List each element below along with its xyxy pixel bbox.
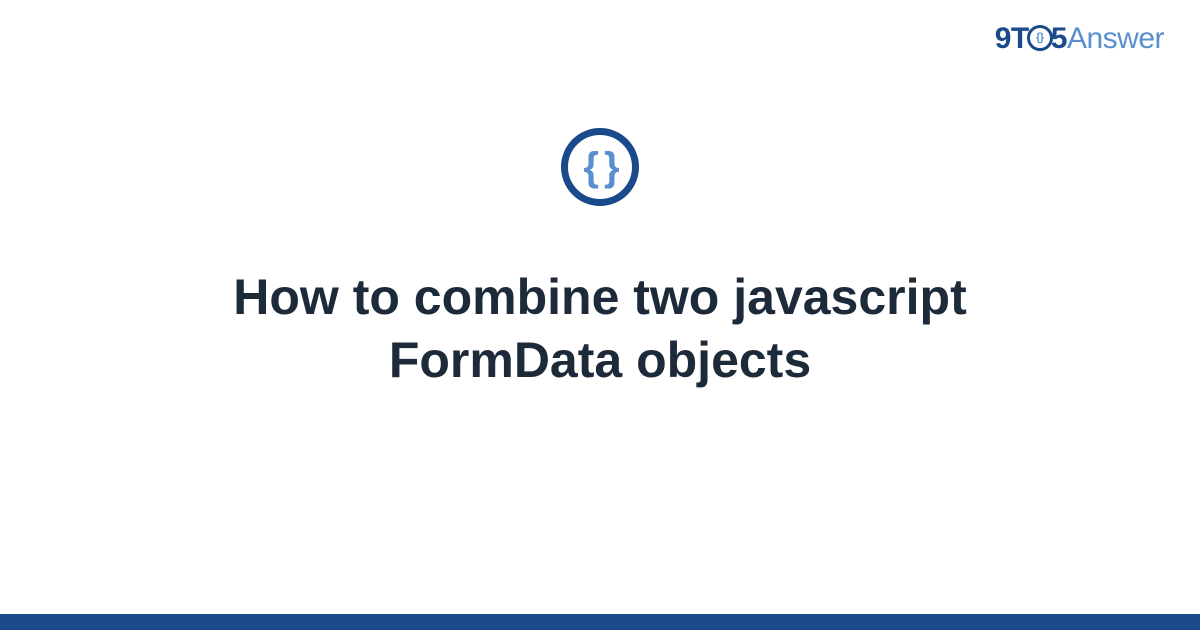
site-logo[interactable]: 9T {} 5Answer <box>995 22 1164 56</box>
logo-circle-icon: {} <box>1027 25 1053 51</box>
logo-text-answer: Answer <box>1067 22 1164 55</box>
page-title: How to combine two javascript FormData o… <box>125 266 1075 391</box>
logo-circle-glyph: {} <box>1036 33 1044 44</box>
braces-icon: { } <box>583 147 616 187</box>
logo-text-9t: 9T <box>995 22 1029 55</box>
main-content: { } How to combine two javascript FormDa… <box>0 128 1200 391</box>
topic-icon: { } <box>561 128 639 206</box>
logo-text-5: 5 <box>1051 22 1067 55</box>
footer-accent-bar <box>0 614 1200 630</box>
